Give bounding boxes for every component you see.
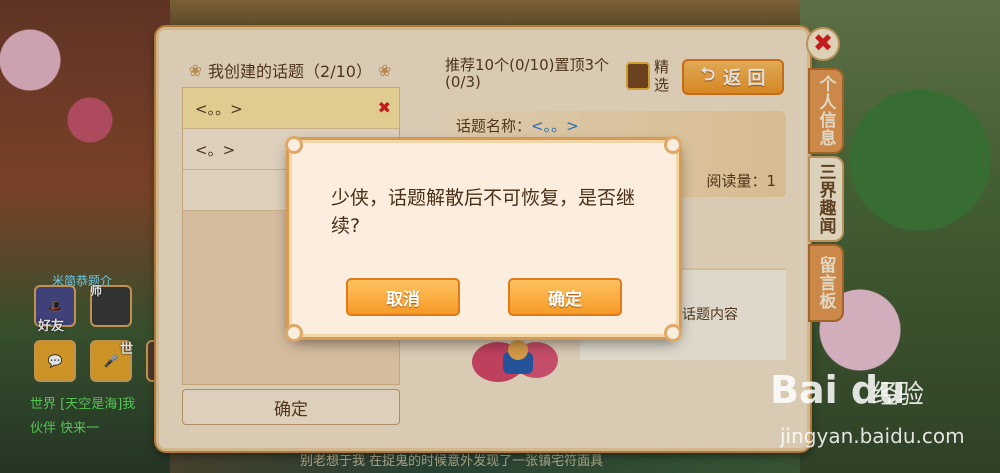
dialog-confirm-button[interactable]: 确定 — [508, 278, 622, 316]
watermark-sub: 经验 — [872, 380, 925, 410]
watermark-url: jingyan.baidu.com — [780, 424, 965, 448]
corner-ornament-icon — [285, 324, 303, 342]
baidu-watermark: Bai du 经验 jingyan.baidu.com — [770, 368, 995, 458]
cancel-button[interactable]: 取消 — [346, 278, 460, 316]
dialog-message: 少侠，话题解散后不可恢复，是否继续? — [331, 187, 636, 237]
corner-ornament-icon — [664, 136, 682, 154]
corner-ornament-icon — [285, 136, 303, 154]
corner-ornament-icon — [664, 324, 682, 342]
